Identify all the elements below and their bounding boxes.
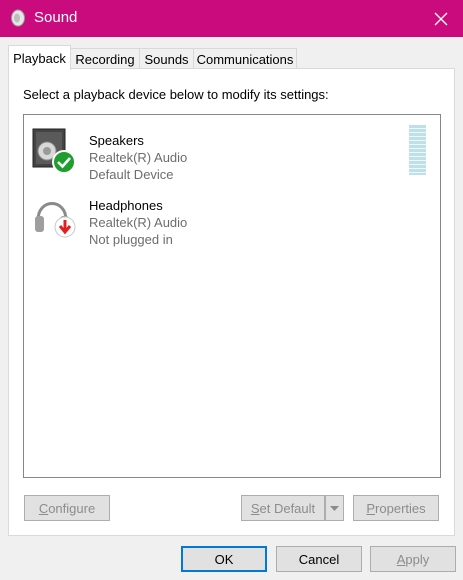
set-default-button[interactable]: Set Default — [241, 495, 325, 521]
tab-label: Recording — [75, 51, 135, 67]
headphones-icon — [35, 202, 76, 238]
device-name: Speakers — [89, 133, 144, 148]
set-default-label: et Default — [259, 500, 316, 516]
apply-mnemonic: A — [396, 551, 406, 567]
default-check-icon — [52, 150, 76, 174]
properties-label: roperties — [375, 500, 426, 516]
device-driver: Realtek(R) Audio — [89, 150, 188, 165]
device-name: Headphones — [89, 198, 163, 213]
tab-sounds[interactable]: Sounds — [139, 48, 194, 69]
title-bar[interactable]: Sound — [0, 0, 463, 37]
device-status: Not plugged in — [89, 232, 173, 247]
apply-button[interactable]: Apply — [370, 546, 456, 572]
tab-communications[interactable]: Communications — [193, 48, 297, 69]
cancel-label: Cancel — [298, 551, 340, 567]
tab-recording[interactable]: Recording — [70, 48, 140, 69]
configure-mnemonic: C — [38, 500, 49, 516]
tab-label: Playback — [13, 50, 66, 66]
device-status: Default Device — [89, 167, 174, 182]
tab-playback[interactable]: Playback — [8, 45, 71, 70]
chevron-down-icon — [330, 505, 339, 511]
tab-label: Sounds — [144, 51, 189, 67]
ok-button[interactable]: OK — [181, 546, 267, 572]
close-button[interactable] — [419, 0, 463, 37]
instruction-text: Select a playback device below to modify… — [23, 87, 329, 102]
properties-button[interactable]: Properties — [353, 495, 439, 521]
speaker-icon — [11, 9, 25, 27]
device-driver: Realtek(R) Audio — [89, 215, 188, 230]
ok-label: OK — [214, 551, 234, 567]
configure-label: onfigure — [48, 500, 96, 516]
set-default-mnemonic: S — [250, 500, 260, 516]
tab-label: Communications — [196, 51, 294, 67]
speakers-icon — [32, 128, 76, 174]
cancel-button[interactable]: Cancel — [276, 546, 362, 572]
device-list[interactable]: Speakers Realtek(R) Audio Default Device… — [23, 114, 441, 478]
window-title: Sound — [34, 9, 78, 26]
configure-button[interactable]: Configure — [24, 495, 110, 521]
device-item-headphones[interactable]: Headphones Realtek(R) Audio Not plugged … — [24, 186, 404, 250]
properties-mnemonic: P — [366, 500, 376, 516]
device-item-speakers[interactable]: Speakers Realtek(R) Audio Default Device — [24, 121, 404, 185]
close-icon — [434, 12, 448, 25]
set-default-dropdown[interactable] — [325, 495, 344, 521]
apply-label: pply — [405, 551, 430, 567]
volume-level-meter — [409, 125, 426, 175]
